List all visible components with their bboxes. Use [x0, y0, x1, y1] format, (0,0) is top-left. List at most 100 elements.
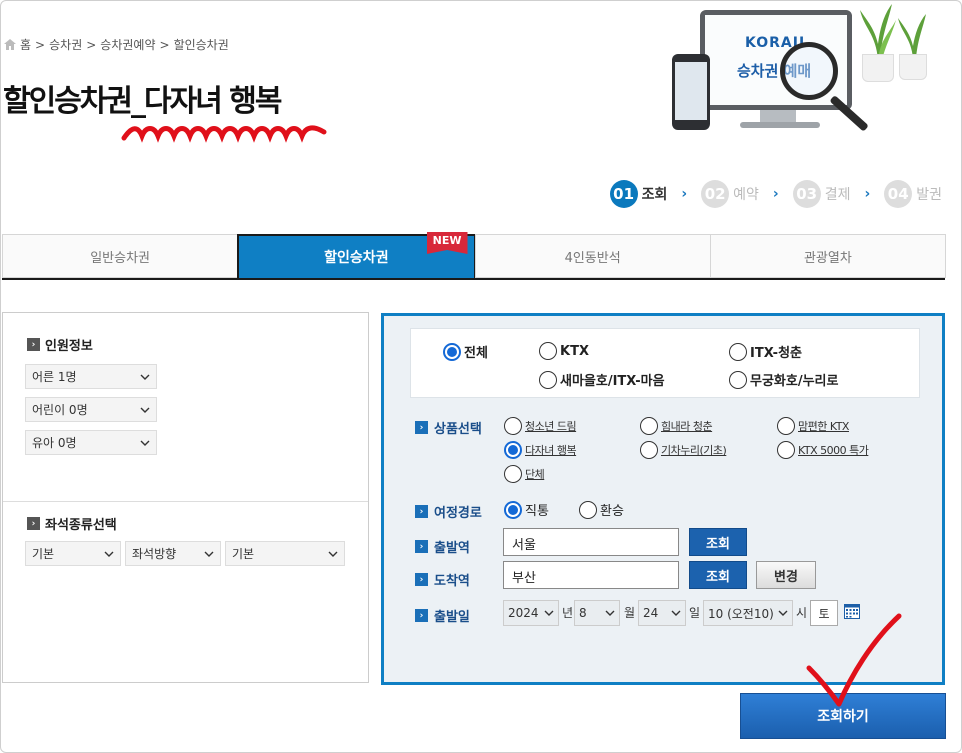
year-select[interactable]: 2024: [503, 600, 559, 626]
arrival-search-button[interactable]: 조회: [689, 561, 747, 589]
departure-label: › 출발역: [415, 537, 470, 556]
infant-count-select[interactable]: 유아 0명: [25, 430, 157, 455]
date-label: › 출발일: [415, 606, 470, 625]
train-type-saemaeul-radio[interactable]: 새마을호/ITX-마음: [539, 370, 665, 389]
tab-tourist-train[interactable]: 관광열차: [709, 234, 946, 278]
radio-indicator: [504, 417, 522, 435]
new-badge: NEW: [426, 232, 468, 254]
product-mom-ktx-radio[interactable]: 맘편한 KTX: [777, 417, 849, 435]
ticket-type-tabs: 일반승차권 할인승차권 NEW 4인동반석 관광열차: [2, 232, 946, 280]
radio-indicator: [729, 370, 747, 389]
chevron-down-icon: [544, 610, 554, 616]
product-group-radio[interactable]: 단체: [504, 465, 545, 483]
radio-label: 청소년 드림: [525, 420, 577, 433]
breadcrumb-ticket[interactable]: 승차권: [49, 36, 82, 53]
swap-stations-button[interactable]: 변경: [756, 561, 816, 589]
row-label-text: 도착역: [434, 574, 470, 589]
month-select[interactable]: 8: [574, 600, 620, 626]
chevron-down-icon: [328, 551, 338, 557]
arrow-bullet-icon: ›: [415, 505, 428, 518]
train-type-box: 전체 KTX ITX-청춘 새마을호/ITX-마음 무궁화호/누리로: [410, 328, 920, 398]
seat-type-select[interactable]: 기본: [25, 541, 121, 566]
month-unit: 월: [624, 606, 636, 620]
route-direct-radio[interactable]: 직통: [504, 500, 549, 519]
adult-count-select[interactable]: 어른 1명: [25, 364, 157, 389]
product-youth-dream-radio[interactable]: 청소년 드림: [504, 417, 577, 435]
train-type-all-radio[interactable]: 전체: [443, 342, 488, 361]
product-multi-child-radio[interactable]: 다자녀 행복: [504, 441, 577, 459]
radio-label: 맘편한 KTX: [798, 420, 849, 433]
route-transfer-radio[interactable]: 환승: [579, 500, 624, 519]
step-number: 01: [609, 180, 638, 208]
radio-label: 무궁화호/누리로: [750, 374, 839, 389]
radio-label: KTX 5000 특가: [798, 444, 869, 457]
radio-label: 직통: [525, 504, 549, 519]
train-type-itx-cheongchun-radio[interactable]: ITX-청춘: [729, 342, 802, 361]
radio-indicator: [504, 465, 522, 483]
tab-four-seat[interactable]: 4인동반석: [474, 234, 711, 278]
radio-indicator: [539, 370, 557, 389]
radio-label: ITX-청춘: [750, 346, 802, 361]
child-count-select[interactable]: 어린이 0명: [25, 397, 157, 422]
chevron-down-icon: [140, 440, 150, 446]
chevron-right-icon: ›: [864, 186, 871, 202]
red-squiggle-annotation: [121, 125, 327, 143]
chevron-right-icon: ›: [681, 186, 688, 202]
train-type-ktx-radio[interactable]: KTX: [539, 342, 589, 360]
breadcrumb-reservation[interactable]: 승차권예약: [100, 36, 155, 53]
breadcrumb-separator: >: [86, 37, 97, 52]
radio-indicator: [729, 342, 747, 361]
search-submit-button[interactable]: 조회하기: [740, 693, 946, 739]
arrival-station-input[interactable]: 부산: [503, 561, 679, 589]
departure-station-input[interactable]: 서울: [503, 528, 679, 556]
day-unit: 일: [689, 606, 701, 620]
product-ktx-5000-radio[interactable]: KTX 5000 특가: [777, 441, 869, 459]
calendar-icon[interactable]: [844, 603, 860, 619]
breadcrumb-separator: >: [35, 37, 46, 52]
select-value: 기본: [32, 547, 55, 561]
breadcrumb-separator: >: [159, 37, 170, 52]
product-cheer-up-youth-radio[interactable]: 힘내라 청춘: [640, 417, 713, 435]
step-label: 발권: [916, 187, 942, 203]
seat-option-select[interactable]: 기본: [225, 541, 345, 566]
plant-icon: [858, 4, 898, 84]
arrow-bullet-icon: ›: [27, 517, 40, 530]
radio-indicator: [579, 500, 597, 519]
arrow-bullet-icon: ›: [415, 609, 428, 622]
select-value: 기본: [232, 547, 255, 561]
chevron-down-icon: [140, 407, 150, 413]
arrow-bullet-icon: ›: [415, 421, 428, 434]
chevron-down-icon: [140, 374, 150, 380]
product-label: › 상품선택: [415, 418, 482, 437]
reservation-steps: 01 조회 › 02 예약 › 03 결제 › 04 발권: [609, 180, 942, 208]
breadcrumb-home[interactable]: 홈: [20, 36, 31, 53]
seat-section-title: › 좌석종류선택: [27, 514, 117, 533]
radio-label: 환승: [600, 504, 624, 519]
tab-label: 관광열차: [803, 250, 852, 266]
tab-general-ticket[interactable]: 일반승차권: [2, 234, 239, 278]
tab-discount-ticket[interactable]: 할인승차권 NEW: [237, 232, 476, 278]
radio-label: KTX: [560, 343, 589, 359]
hero-illustration: KORAIL 승차권 예매: [660, 4, 960, 139]
breadcrumb-current: 할인승차권: [173, 38, 229, 52]
options-panel: › 인원정보 어른 1명 어린이 0명 유아 0명 › 좌석종류선택 기본 좌석…: [2, 312, 369, 683]
hour-unit: 시: [796, 606, 808, 620]
radio-indicator: [777, 441, 795, 459]
arrival-label: › 도착역: [415, 570, 470, 589]
arrow-bullet-icon: ›: [27, 338, 40, 351]
seat-direction-select[interactable]: 좌석방향: [125, 541, 221, 566]
home-icon[interactable]: [4, 39, 16, 50]
train-type-mugunghwa-radio[interactable]: 무궁화호/누리로: [729, 370, 838, 389]
radio-label: 단체: [525, 468, 545, 481]
chevron-down-icon: [104, 551, 114, 557]
day-select[interactable]: 24: [638, 600, 686, 626]
select-value: 어린이 0명: [32, 403, 88, 417]
arrow-bullet-icon: ›: [415, 573, 428, 586]
page-title: 할인승차권_다자녀 행복: [3, 84, 282, 119]
chevron-down-icon: [204, 551, 214, 557]
departure-search-button[interactable]: 조회: [689, 528, 747, 556]
chevron-down-icon: [778, 610, 788, 616]
product-train-nuri-radio[interactable]: 기차누리(기초): [640, 441, 727, 459]
step-number: 02: [701, 180, 730, 208]
hour-select[interactable]: 10 (오전10): [703, 600, 793, 626]
